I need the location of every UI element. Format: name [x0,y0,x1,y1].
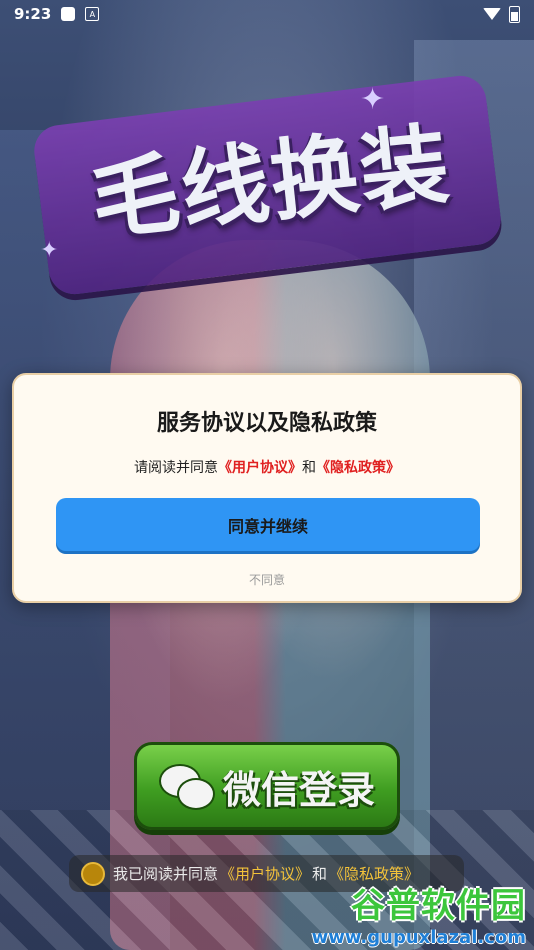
sparkle-icon: ✦ [360,82,386,117]
notification-icon [61,7,76,21]
watermark-title: 谷普软件园 [351,886,526,926]
status-bar: 9:23 A [0,0,534,28]
disagree-button[interactable]: 不同意 [14,571,520,588]
privacy-dialog: 服务协议以及隐私政策 请阅读并同意《用户协议》和《隐私政策》 同意并继续 不同意 [12,373,522,603]
agreement-prefix: 我已阅读并同意 [113,865,219,883]
battery-icon [509,5,520,23]
notification-a-icon: A [85,7,100,21]
wechat-login-label: 微信登录 [222,767,375,812]
sparkle-icon: ✦ [40,238,59,263]
wechat-icon [158,764,215,810]
dialog-title: 服务协议以及隐私政策 [156,411,377,436]
dialog-desc-prefix: 请阅读并同意 [134,460,218,476]
status-time: 9:23 [14,5,52,23]
privacy-policy-link[interactable]: 《隐私政策》 [316,460,400,476]
wechat-login-button[interactable]: 微信登录 [134,742,400,830]
watermark-url: www.gupuxlazal.com [311,927,526,948]
wifi-icon [483,8,501,20]
dialog-description: 请阅读并同意《用户协议》和《隐私政策》 [14,457,520,477]
agree-continue-button[interactable]: 同意并继续 [56,498,480,551]
user-agreement-link[interactable]: 《用户协议》 [218,460,302,476]
dialog-desc-and: 和 [302,460,316,476]
agreement-checkbox[interactable] [81,861,105,886]
site-watermark: 谷普软件园 www.gupuxlazal.com [295,878,534,950]
